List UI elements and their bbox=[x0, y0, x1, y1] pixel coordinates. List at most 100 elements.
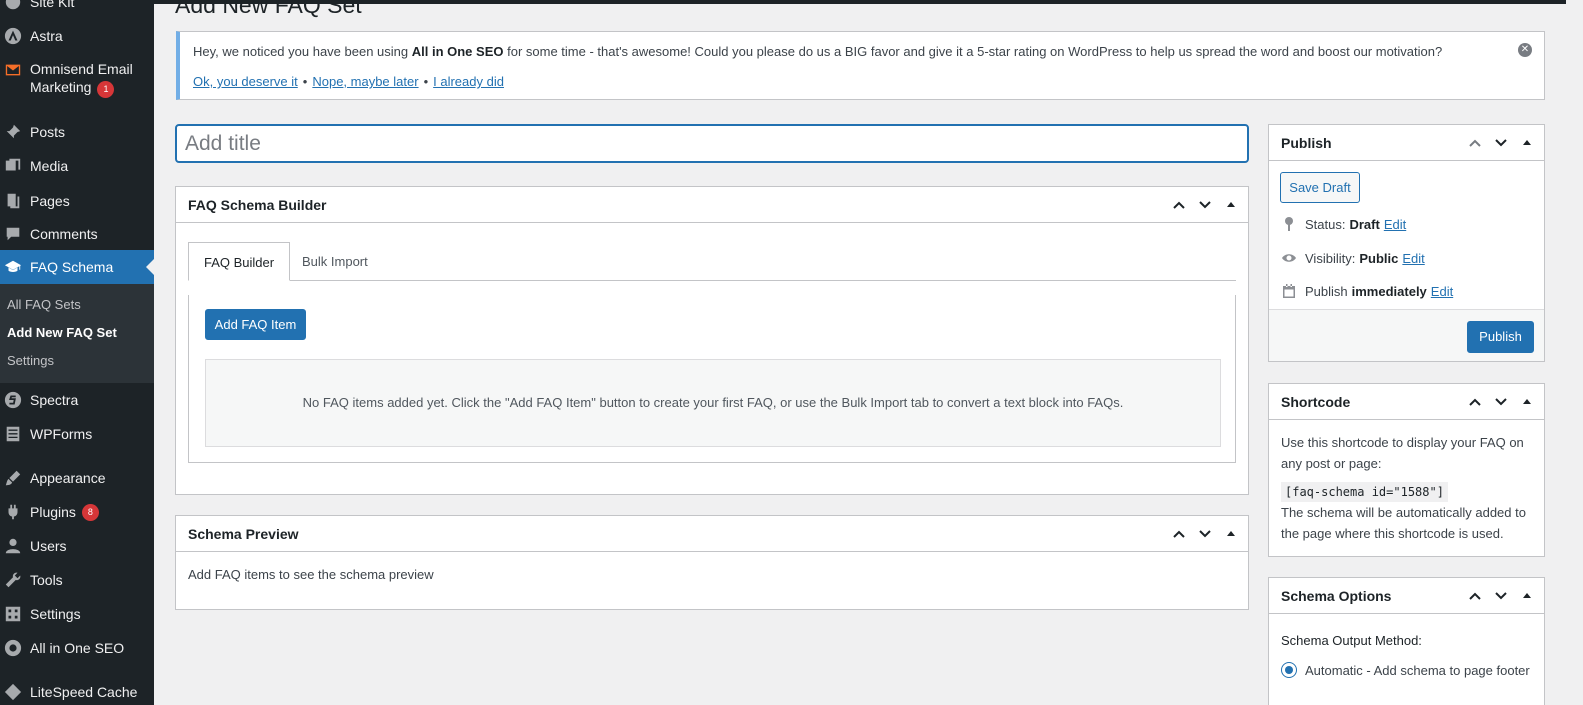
empty-faq-message: No FAQ items added yet. Click the "Add F… bbox=[205, 359, 1221, 447]
mail-icon bbox=[3, 60, 23, 80]
move-up-icon[interactable] bbox=[1464, 585, 1486, 607]
postbox-controls bbox=[1168, 187, 1242, 223]
add-faq-item-button[interactable]: Add FAQ Item bbox=[205, 309, 306, 340]
move-down-icon[interactable] bbox=[1194, 194, 1216, 216]
already-did-link[interactable]: I already did bbox=[433, 74, 504, 89]
postbox-controls bbox=[1464, 384, 1538, 420]
sidebar-item-label: Media bbox=[30, 158, 69, 174]
postbox-header: Schema Options bbox=[1269, 578, 1544, 614]
move-up-icon[interactable] bbox=[1464, 391, 1486, 413]
save-draft-button[interactable]: Save Draft bbox=[1280, 172, 1360, 203]
comment-icon bbox=[3, 224, 23, 244]
postbox-header: Schema Preview bbox=[176, 516, 1248, 552]
sidebar-item-label: WPForms bbox=[30, 426, 93, 442]
move-down-icon[interactable] bbox=[1490, 585, 1512, 607]
collapse-toggle-icon[interactable] bbox=[1516, 391, 1538, 413]
sidebar-item-comments[interactable]: Comments bbox=[0, 223, 154, 245]
postbox-title: Schema Options bbox=[1281, 587, 1392, 604]
move-up-icon[interactable] bbox=[1464, 132, 1486, 154]
sidebar-item-site-kit[interactable]: Site Kit bbox=[0, 0, 154, 12]
plugins-update-badge: 8 bbox=[81, 503, 99, 521]
shortcode-intro: Use this shortcode to display your FAQ o… bbox=[1281, 435, 1524, 471]
sidebar-item-faq-schema[interactable]: FAQ Schema bbox=[0, 250, 154, 284]
sidebar-item-astra[interactable]: Astra bbox=[0, 25, 154, 47]
move-up-icon[interactable] bbox=[1168, 523, 1190, 545]
litespeed-icon bbox=[3, 682, 23, 702]
sidebar-item-label-line2: Marketing bbox=[30, 79, 92, 95]
wrench-icon bbox=[3, 570, 23, 590]
postbox-controls bbox=[1464, 578, 1538, 614]
tab-bulk-import[interactable]: Bulk Import bbox=[287, 242, 383, 281]
sidebar-item-litespeed[interactable]: LiteSpeed Cache bbox=[0, 681, 154, 703]
move-up-icon[interactable] bbox=[1168, 194, 1190, 216]
shortcode-body: Use this shortcode to display your FAQ o… bbox=[1269, 420, 1544, 556]
dismiss-icon[interactable]: ✕ bbox=[1518, 43, 1532, 57]
edit-visibility-link[interactable]: Edit bbox=[1402, 251, 1424, 266]
move-down-icon[interactable] bbox=[1490, 391, 1512, 413]
collapse-toggle-icon[interactable] bbox=[1220, 523, 1242, 545]
sidebar-item-tools[interactable]: Tools bbox=[0, 569, 154, 591]
tab-faq-builder[interactable]: FAQ Builder bbox=[188, 242, 291, 281]
sidebar-item-users[interactable]: Users bbox=[0, 535, 154, 557]
notice-message: Hey, we noticed you have been using All … bbox=[193, 44, 1442, 59]
sidebar-item-spectra[interactable]: Spectra bbox=[0, 389, 154, 411]
sidebar-item-label: Pages bbox=[30, 193, 70, 209]
shortcode-code[interactable]: [faq-schema id="1588"] bbox=[1281, 482, 1448, 502]
sidebar-item-label: Spectra bbox=[30, 392, 79, 408]
schedule-row: Publish immediately Edit bbox=[1280, 282, 1453, 300]
collapse-toggle-icon[interactable] bbox=[1220, 194, 1242, 216]
schema-preview-box: Schema Preview Add FAQ items to see the … bbox=[175, 515, 1249, 610]
sidebar-item-appearance[interactable]: Appearance bbox=[0, 467, 154, 489]
faq-schema-submenu: All FAQ Sets Add New FAQ Set Settings bbox=[0, 284, 154, 383]
sidebar-item-label: Appearance bbox=[30, 470, 106, 486]
sidebar-item-pages[interactable]: Pages bbox=[0, 190, 154, 212]
sidebar-item-label: LiteSpeed Cache bbox=[30, 684, 138, 700]
schema-preview-text: Add FAQ items to see the schema preview bbox=[188, 567, 434, 582]
sidebar-item-media[interactable]: Media bbox=[0, 155, 154, 177]
admin-sidebar: Site Kit Astra Omnisend Email Marketing 1… bbox=[0, 0, 154, 705]
sidebar-item-wpforms[interactable]: WPForms bbox=[0, 423, 154, 445]
sidebar-item-posts[interactable]: Posts bbox=[0, 121, 154, 143]
sidebar-item-aioseo[interactable]: All in One SEO bbox=[0, 637, 154, 659]
schema-options-box: Schema Options Schema Output Method: Aut… bbox=[1268, 577, 1545, 705]
separator: • bbox=[302, 74, 308, 89]
pages-icon bbox=[3, 191, 23, 211]
page-edge bbox=[1566, 0, 1583, 705]
publish-button[interactable]: Publish bbox=[1467, 321, 1534, 353]
sidebar-item-label: Site Kit bbox=[30, 0, 75, 10]
sidebar-item-omnisend[interactable]: Omnisend Email Marketing 1 bbox=[0, 60, 154, 98]
publish-box: Publish Save Draft Status: Draft Edit Visi… bbox=[1268, 124, 1545, 362]
faq-schema-builder-box: FAQ Schema Builder FAQ Builder Bulk Impo… bbox=[175, 186, 1249, 495]
aioseo-icon bbox=[3, 638, 23, 658]
eye-icon bbox=[1280, 249, 1298, 267]
sidebar-item-label: All in One SEO bbox=[30, 640, 125, 656]
edit-status-link[interactable]: Edit bbox=[1384, 217, 1406, 232]
radio-selected-icon[interactable] bbox=[1281, 662, 1297, 678]
title-input[interactable] bbox=[175, 124, 1249, 163]
status-row: Status: Draft Edit bbox=[1280, 215, 1406, 233]
sidebar-item-plugins[interactable]: Plugins 8 bbox=[0, 501, 154, 523]
postbox-title: Shortcode bbox=[1281, 393, 1351, 410]
move-down-icon[interactable] bbox=[1490, 132, 1512, 154]
publish-actions: Publish bbox=[1269, 309, 1544, 361]
maybe-later-link[interactable]: Nope, maybe later bbox=[312, 74, 418, 89]
media-icon bbox=[3, 156, 23, 176]
submenu-all-faq-sets[interactable]: All FAQ Sets bbox=[7, 297, 81, 312]
collapse-toggle-icon[interactable] bbox=[1516, 585, 1538, 607]
output-method-label: Schema Output Method: bbox=[1281, 633, 1422, 648]
output-method-option[interactable]: Automatic - Add schema to page footer bbox=[1281, 662, 1532, 678]
review-notice: Hey, we noticed you have been using All … bbox=[176, 31, 1545, 100]
submenu-add-new-faq-set[interactable]: Add New FAQ Set bbox=[7, 325, 117, 340]
calendar-icon bbox=[1280, 282, 1298, 300]
submenu-settings[interactable]: Settings bbox=[7, 353, 54, 368]
sidebar-item-settings[interactable]: Settings bbox=[0, 603, 154, 625]
edit-schedule-link[interactable]: Edit bbox=[1431, 284, 1453, 299]
postbox-controls bbox=[1168, 516, 1242, 552]
move-down-icon[interactable] bbox=[1194, 523, 1216, 545]
postbox-header: Publish bbox=[1269, 125, 1544, 161]
page-title: Add New FAQ Set bbox=[175, 0, 362, 18]
notice-plugin-name: All in One SEO bbox=[411, 44, 504, 59]
spectra-icon bbox=[3, 390, 23, 410]
collapse-toggle-icon[interactable] bbox=[1516, 132, 1538, 154]
deserve-it-link[interactable]: Ok, you deserve it bbox=[193, 74, 298, 89]
